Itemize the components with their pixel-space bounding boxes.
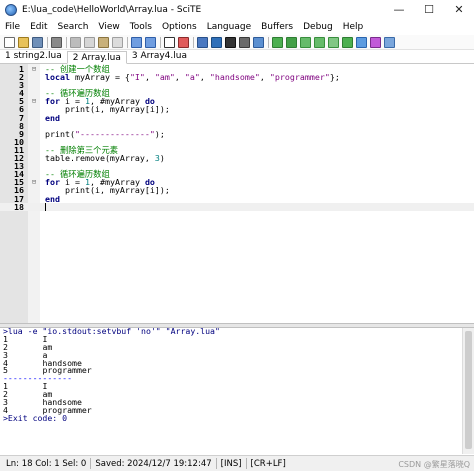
menu-language[interactable]: Language [202, 19, 256, 35]
menu-edit[interactable]: Edit [25, 19, 52, 35]
menu-bar: File Edit Search View Tools Options Language Bu… [0, 19, 474, 35]
tab-Array-lua[interactable]: 2 Array.lua [66, 51, 127, 64]
line-number: 18 [14, 201, 24, 212]
toolbar-separator [47, 36, 48, 48]
clear-bookmarks-icon[interactable] [342, 36, 353, 48]
menu-debug[interactable]: Debug [298, 19, 338, 35]
paste-icon[interactable] [98, 36, 109, 48]
stop-icon[interactable] [239, 36, 250, 48]
output-pane-icon[interactable] [253, 36, 264, 48]
find-icon[interactable] [164, 36, 175, 48]
status-bar: Ln: 18 Col: 1 Sel: 0 Saved: 2024/12/7 19… [0, 455, 474, 471]
code-text: print(i, myArray[i]); [45, 185, 170, 196]
output-line: 4 programmer [3, 404, 92, 415]
code-line[interactable]: 9 print("--------------"); [0, 130, 474, 138]
code-lines[interactable]: 1 ⊟ -- 创建一个数组 2 local myArray = {"I", "am", … [0, 65, 474, 212]
output-line: >Exit code: 0 [3, 412, 68, 423]
save-icon[interactable] [32, 36, 43, 48]
toolbar [0, 35, 474, 50]
code-line[interactable]: 7 end [0, 112, 474, 123]
title-bar[interactable]: E:\lua_code\HelloWorld\Array.lua - SciTE… [0, 0, 474, 19]
menu-options[interactable]: Options [157, 19, 202, 35]
output-line: >lua -e "io.stdout:setvbuf 'no'" "Array.… [3, 328, 220, 336]
go-icon[interactable] [225, 36, 236, 48]
expand-all-icon[interactable] [370, 36, 381, 48]
compile-icon[interactable] [197, 36, 208, 48]
minimize-button[interactable]: — [384, 0, 414, 19]
code-line[interactable]: 18 [0, 201, 474, 212]
code-line[interactable]: 17 end [0, 193, 474, 204]
build-icon[interactable] [211, 36, 222, 48]
bookmark-prev-icon[interactable] [314, 36, 325, 48]
code-text: end [45, 193, 60, 204]
menu-view[interactable]: View [93, 19, 124, 35]
buffer-tab-bar: 1 string2.lua 2 Array.lua 3 Array4.lua [0, 50, 474, 64]
replace-icon[interactable] [178, 36, 189, 48]
watermark: CSDN @繁星落晓Q [398, 460, 470, 469]
cut-icon[interactable] [70, 36, 81, 48]
open-folder-icon[interactable] [18, 36, 29, 48]
output-scrollbar[interactable] [462, 328, 474, 454]
status-eol-mode: [CR+LF] [250, 458, 286, 469]
toolbar-separator [160, 36, 161, 48]
copy-icon[interactable] [84, 36, 95, 48]
code-line[interactable]: 2 local myArray = {"I", "am", "a", "hands… [0, 73, 474, 81]
code-text: table.remove(myArray, 3) [45, 153, 165, 164]
toggle-bookmark-icon[interactable] [328, 36, 339, 48]
toolbar-separator [66, 36, 67, 48]
window-title: E:\lua_code\HelloWorld\Array.lua - SciTE [22, 4, 202, 15]
status-saved: Saved: 2024/12/7 19:12:47 [95, 458, 212, 469]
menu-help[interactable]: Help [338, 19, 369, 35]
scite-app-icon [5, 3, 17, 16]
redo-icon[interactable] [145, 36, 156, 48]
output-line: -------------- [3, 373, 73, 384]
print-icon[interactable] [51, 36, 62, 48]
menu-search[interactable]: Search [53, 19, 94, 35]
status-position: Ln: 18 Col: 1 Sel: 0 [6, 458, 87, 469]
output-line: 2 am [3, 341, 53, 352]
output-line: 1 I [3, 381, 48, 392]
tab-string2-lua[interactable]: 1 string2.lua [0, 50, 67, 63]
output-pane[interactable]: >lua -e "io.stdout:setvbuf 'no'" "Array.… [0, 328, 474, 454]
code-line[interactable]: 6 print(i, myArray[i]); [0, 105, 474, 113]
fold-toggle-icon[interactable]: ⊟ [31, 97, 37, 105]
fold-all-icon[interactable] [356, 36, 367, 48]
maximize-button[interactable]: ☐ [414, 0, 444, 19]
code-line[interactable]: 16 print(i, myArray[i]); [0, 186, 474, 194]
output-line: 1 I [3, 333, 48, 344]
menu-tools[interactable]: Tools [125, 19, 157, 35]
menu-buffers[interactable]: Buffers [256, 19, 298, 35]
status-insert-mode: [INS] [220, 458, 242, 469]
prev-message-icon[interactable] [286, 36, 297, 48]
new-file-icon[interactable] [4, 36, 15, 48]
tab-Array4-lua[interactable]: 3 Array4.lua [127, 50, 192, 63]
code-text: end [45, 112, 60, 123]
code-line[interactable]: 12 table.remove(myArray, 3) [0, 154, 474, 162]
toolbar-separator [193, 36, 194, 48]
undo-icon[interactable] [131, 36, 142, 48]
code-text [45, 203, 46, 212]
bookmark-next-icon[interactable] [300, 36, 311, 48]
code-text: print(i, myArray[i]); [45, 104, 170, 115]
next-message-icon[interactable] [272, 36, 283, 48]
delete-icon[interactable] [112, 36, 123, 48]
fold-toggle-icon[interactable]: ⊟ [31, 178, 37, 186]
text-caret [45, 203, 46, 212]
code-editor[interactable]: 1 ⊟ -- 创建一个数组 2 local myArray = {"I", "am", … [0, 64, 474, 323]
menu-file[interactable]: File [0, 19, 25, 35]
tab-list-icon[interactable] [384, 36, 395, 48]
code-text: local myArray = {"I", "am", "a", "handso… [45, 72, 340, 83]
toolbar-separator [268, 36, 269, 48]
code-text: print("--------------"); [45, 128, 165, 139]
fold-toggle-icon[interactable]: ⊟ [31, 65, 37, 73]
close-button[interactable]: ✕ [444, 0, 474, 19]
output-scroll-thumb[interactable] [465, 331, 472, 449]
toolbar-separator [127, 36, 128, 48]
